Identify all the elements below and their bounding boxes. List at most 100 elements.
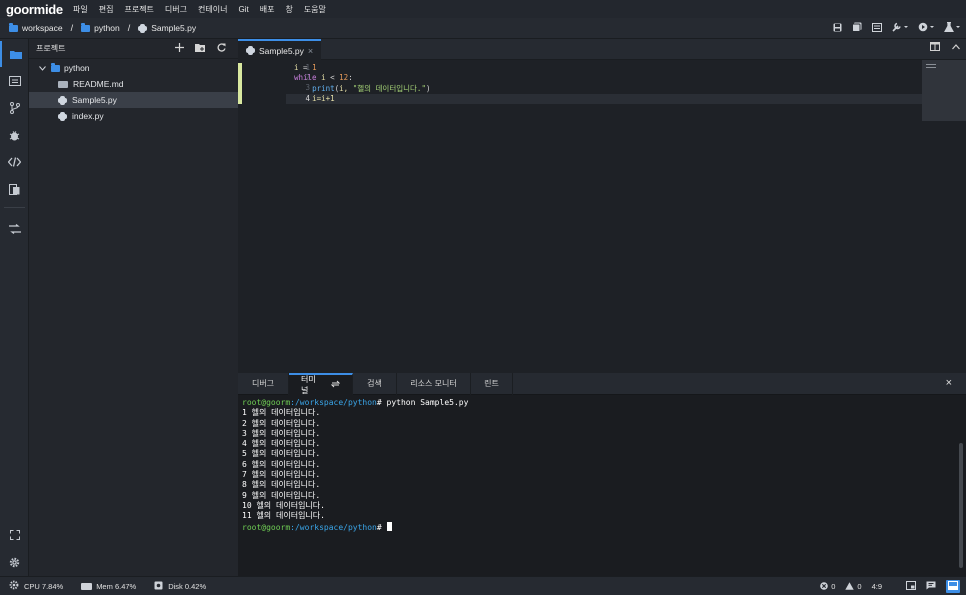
tab-label: 터미널 xyxy=(301,374,316,395)
menu-container[interactable]: 컨테이너 xyxy=(198,4,227,15)
current-line-highlight xyxy=(286,94,922,104)
cursor-position[interactable]: 4:9 xyxy=(872,582,882,591)
new-folder-icon[interactable] xyxy=(195,43,206,55)
split-view-icon[interactable] xyxy=(930,42,940,54)
tab-lint[interactable]: 린트 xyxy=(471,372,513,395)
prompt-symbol: # xyxy=(376,522,387,532)
save-all-icon[interactable] xyxy=(852,22,862,35)
status-errors[interactable]: 0 xyxy=(820,581,836,592)
python-file-icon xyxy=(58,95,67,105)
breadcrumb: workspace / python / Sample5.py xyxy=(0,18,966,39)
breadcrumb-workspace[interactable]: workspace xyxy=(9,22,63,33)
code-icon[interactable] xyxy=(0,149,29,175)
save-icon[interactable] xyxy=(833,23,842,35)
code-token: ) xyxy=(425,84,431,93)
expand-icon[interactable] xyxy=(0,522,29,548)
code-line-4: i=i+1 xyxy=(294,94,335,103)
terminal-scrollbar[interactable] xyxy=(959,443,963,568)
outline-icon[interactable] xyxy=(0,68,29,94)
warning-icon xyxy=(845,581,855,592)
disk-usage: Disk 0.42% xyxy=(168,581,207,591)
menu-deploy[interactable]: 배포 xyxy=(260,4,275,15)
breadcrumb-file[interactable]: Sample5.py xyxy=(138,23,196,33)
tree-folder-python[interactable]: python xyxy=(29,60,238,76)
code-token: i xyxy=(316,73,326,82)
terminal-output-line: 1 헬의 데이터입니다. xyxy=(242,408,321,418)
status-cpu[interactable]: CPU 7.84% xyxy=(9,580,63,592)
terminal-output-line: 7 헬의 데이터입니다. xyxy=(242,470,321,480)
python-file-icon xyxy=(138,23,148,33)
terminal-command: python Sample5.py xyxy=(386,398,469,407)
menu-file[interactable]: 파일 xyxy=(73,4,88,15)
error-count: 0 xyxy=(831,582,836,591)
code-token: : xyxy=(348,73,353,82)
tree-file-label: index.py xyxy=(72,111,104,121)
project-title: 프로젝트 xyxy=(36,44,66,53)
build-icon[interactable] xyxy=(872,22,882,35)
warning-count: 0 xyxy=(857,582,862,591)
menu-debug[interactable]: 디버그 xyxy=(165,4,187,15)
menu-project[interactable]: 프로젝트 xyxy=(124,4,153,15)
activity-bar xyxy=(0,39,29,576)
diff-icon[interactable] xyxy=(0,216,29,242)
code-editor[interactable]: 1 2 3 4 i = 1 while i < 12: print(i, "헬의… xyxy=(238,60,966,373)
debug-icon[interactable] xyxy=(0,122,29,148)
terminal-output-line: 6 헬의 데이터입니다. xyxy=(242,459,321,469)
terminal-output[interactable]: root@goorm:/workspace/python# python Sam… xyxy=(242,398,942,533)
tab-label: 리소스 모니터 xyxy=(410,379,457,388)
minimap[interactable] xyxy=(922,60,966,121)
project-icon[interactable] xyxy=(0,41,29,67)
cpu-usage: CPU 7.84% xyxy=(24,581,64,591)
code-token: i=i+1 xyxy=(312,94,335,103)
breadcrumb-folder[interactable]: python xyxy=(81,22,120,33)
tab-resource-monitor[interactable]: 리소스 모니터 xyxy=(397,372,471,395)
terminal-refresh-icon[interactable] xyxy=(330,380,341,390)
code-token: 12 xyxy=(339,73,349,82)
terminal-command-line: root@goorm:/workspace/python# python Sam… xyxy=(242,398,942,408)
tab-label: 린트 xyxy=(484,379,499,388)
menu-git[interactable]: Git xyxy=(238,5,248,14)
menu-edit[interactable]: 편집 xyxy=(99,4,114,15)
error-icon xyxy=(820,581,829,592)
add-icon[interactable] xyxy=(175,43,184,55)
git-icon[interactable] xyxy=(0,95,29,121)
status-right: 0 0 4:9 xyxy=(820,577,960,595)
folder-icon xyxy=(51,62,60,72)
run-icon[interactable] xyxy=(918,22,934,35)
tab-debug[interactable]: 디버그 xyxy=(238,372,289,395)
refresh-icon[interactable] xyxy=(217,43,226,55)
tab-terminal[interactable]: 터미널 xyxy=(289,372,353,395)
status-memory[interactable]: Mem 6.47% xyxy=(81,582,136,591)
debug-flask-icon[interactable] xyxy=(943,21,960,35)
breadcrumb-folder-label: python xyxy=(94,23,120,33)
wrench-icon[interactable] xyxy=(892,22,908,35)
status-warnings[interactable]: 0 xyxy=(845,581,862,592)
close-panel-icon[interactable]: × xyxy=(946,377,952,389)
code-token: i, xyxy=(339,84,353,93)
menu-window[interactable]: 창 xyxy=(285,4,292,15)
chat-icon[interactable] xyxy=(926,581,936,592)
tree-file-index[interactable]: index.py xyxy=(29,108,238,124)
settings-icon[interactable] xyxy=(0,549,29,575)
panel-toggle-icon[interactable] xyxy=(946,580,960,593)
tree-file-readme[interactable]: README.md xyxy=(29,76,238,92)
layout-icon[interactable] xyxy=(906,581,916,592)
deploy-icon[interactable] xyxy=(0,176,29,202)
goormide-logo[interactable]: goormide xyxy=(0,2,73,17)
tree-file-sample5[interactable]: Sample5.py xyxy=(29,92,238,108)
python-file-icon xyxy=(58,111,67,121)
menu-help[interactable]: 도움말 xyxy=(304,4,326,15)
tab-sample5[interactable]: Sample5.py × xyxy=(238,39,321,60)
editor-tab-tools xyxy=(930,42,960,54)
chevron-up-icon[interactable] xyxy=(952,42,960,54)
terminal-output-line: 2 헬의 데이터입니다. xyxy=(242,418,321,428)
code-token: while xyxy=(294,73,317,82)
terminal-output-line: 5 헬의 데이터입니다. xyxy=(242,449,321,459)
tab-search[interactable]: 검색 xyxy=(353,372,397,395)
prompt-symbol: # xyxy=(376,398,387,407)
status-disk[interactable]: Disk 0.42% xyxy=(154,581,206,592)
code-line-3: print(i, "헬의 데이터입니다.") xyxy=(294,83,430,94)
close-icon[interactable]: × xyxy=(308,46,313,56)
breadcrumb-workspace-label: workspace xyxy=(22,23,63,33)
